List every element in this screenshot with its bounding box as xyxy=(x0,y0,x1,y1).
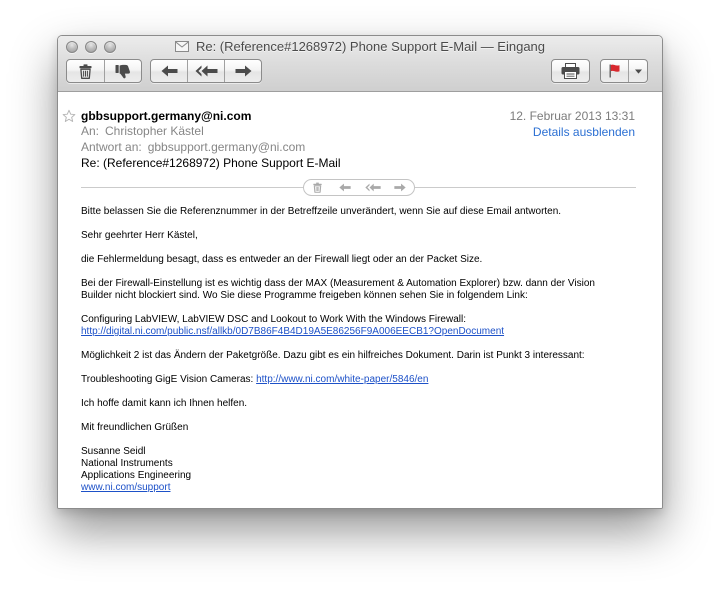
closing-hope: Ich hoffe damit kann ich Ihnen helfen. xyxy=(81,398,248,409)
firewall-doc-link[interactable]: http://digital.ni.com/public.nsf/allkb/0… xyxy=(81,326,642,338)
reply-to-row: Antwort an: gbbsupport.germany@ni.com xyxy=(81,140,305,154)
message-date: 12. Februar 2013 13:31 xyxy=(509,109,635,123)
inline-forward-button[interactable] xyxy=(387,180,415,195)
trash-icon xyxy=(313,182,322,193)
reply-arrow-icon xyxy=(339,183,351,192)
diagnosis-paragraph: die Fehlermeldung besagt, dass es entwed… xyxy=(81,254,483,265)
flag-group xyxy=(600,59,648,83)
to-label: An: xyxy=(81,124,100,138)
title-toolbar: Re: (Reference#1268972) Phone Support E-… xyxy=(58,36,662,92)
closing-phrase: Mit freundlichen Grüßen xyxy=(81,422,189,433)
sender-address[interactable]: gbbsupport.germany@ni.com xyxy=(81,109,251,123)
reply-to-label: Antwort an: xyxy=(81,140,142,154)
reply-all-arrow-icon xyxy=(195,65,217,77)
message-subject: Re: (Reference#1268972) Phone Support E-… xyxy=(81,156,341,170)
reference-notice: Bitte belassen Sie die Referenznummer in… xyxy=(81,206,562,217)
signature-support-link[interactable]: www.ni.com/support xyxy=(81,482,642,494)
signature-name: Susanne Seidl xyxy=(81,446,146,457)
signature: Susanne Seidl National Instruments Appli… xyxy=(81,446,642,494)
flag-icon xyxy=(609,64,620,78)
star-icon[interactable] xyxy=(62,109,76,123)
message-view: gbbsupport.germany@ni.com 12. Februar 20… xyxy=(58,92,662,508)
firewall-line: Builder nicht blockiert sind. Wo Sie die… xyxy=(81,290,528,301)
inline-reply-all-button[interactable] xyxy=(359,180,387,195)
gige-paragraph: Troubleshooting GigE Vision Cameras: htt… xyxy=(81,374,642,386)
printer-icon xyxy=(561,63,580,79)
delete-button[interactable] xyxy=(67,60,104,82)
print-button[interactable] xyxy=(552,60,589,82)
reply-to-address[interactable]: gbbsupport.germany@ni.com xyxy=(148,140,306,154)
gige-doc-link[interactable]: http://www.ni.com/white-paper/5846/en xyxy=(256,374,428,385)
thumbs-down-icon xyxy=(115,64,130,78)
inline-actions xyxy=(303,179,415,196)
delete-junk-group xyxy=(66,59,142,83)
junk-button[interactable] xyxy=(103,60,142,82)
forward-arrow-icon xyxy=(235,65,251,77)
greeting: Sehr geehrter Herr Kästel, xyxy=(81,230,198,241)
forward-button[interactable] xyxy=(224,60,261,82)
window-title: Re: (Reference#1268972) Phone Support E-… xyxy=(195,39,546,54)
reply-button[interactable] xyxy=(151,60,187,82)
reply-group xyxy=(150,59,262,83)
reply-all-button[interactable] xyxy=(187,60,224,82)
message-body: Bitte belassen Sie die Referenznummer in… xyxy=(81,206,642,494)
forward-arrow-icon xyxy=(394,183,406,192)
signature-department: Applications Engineering xyxy=(81,470,192,481)
to-row: An: Christopher Kästel xyxy=(81,124,204,138)
inline-delete-button[interactable] xyxy=(304,180,332,195)
signature-company: National Instruments xyxy=(81,458,173,469)
packet-size-paragraph: Möglichkeit 2 ist das Ändern der Paketgr… xyxy=(81,350,585,361)
flag-button[interactable] xyxy=(601,60,628,82)
to-recipient[interactable]: Christopher Kästel xyxy=(105,124,204,138)
envelope-icon xyxy=(174,41,189,52)
hide-details-link[interactable]: Details ausblenden xyxy=(533,125,635,139)
firewall-paragraph: Bei der Firewall-Einstellung ist es wich… xyxy=(81,278,642,302)
window-title-group: Re: (Reference#1268972) Phone Support E-… xyxy=(58,39,662,55)
firewall-doc-paragraph: Configuring LabVIEW, LabVIEW DSC and Loo… xyxy=(81,314,642,338)
print-group xyxy=(551,59,590,83)
firewall-doc-title: Configuring LabVIEW, LabVIEW DSC and Loo… xyxy=(81,314,466,325)
flag-menu-button[interactable] xyxy=(628,60,647,82)
gige-doc-title: Troubleshooting GigE Vision Cameras: xyxy=(81,374,254,385)
chevron-down-icon xyxy=(634,69,642,74)
mail-message-window: Re: (Reference#1268972) Phone Support E-… xyxy=(57,35,663,509)
inline-reply-button[interactable] xyxy=(332,180,360,195)
reply-all-arrow-icon xyxy=(365,183,381,192)
firewall-line: Bei der Firewall-Einstellung ist es wich… xyxy=(81,278,595,289)
trash-icon xyxy=(79,63,92,79)
reply-arrow-icon xyxy=(161,65,177,77)
